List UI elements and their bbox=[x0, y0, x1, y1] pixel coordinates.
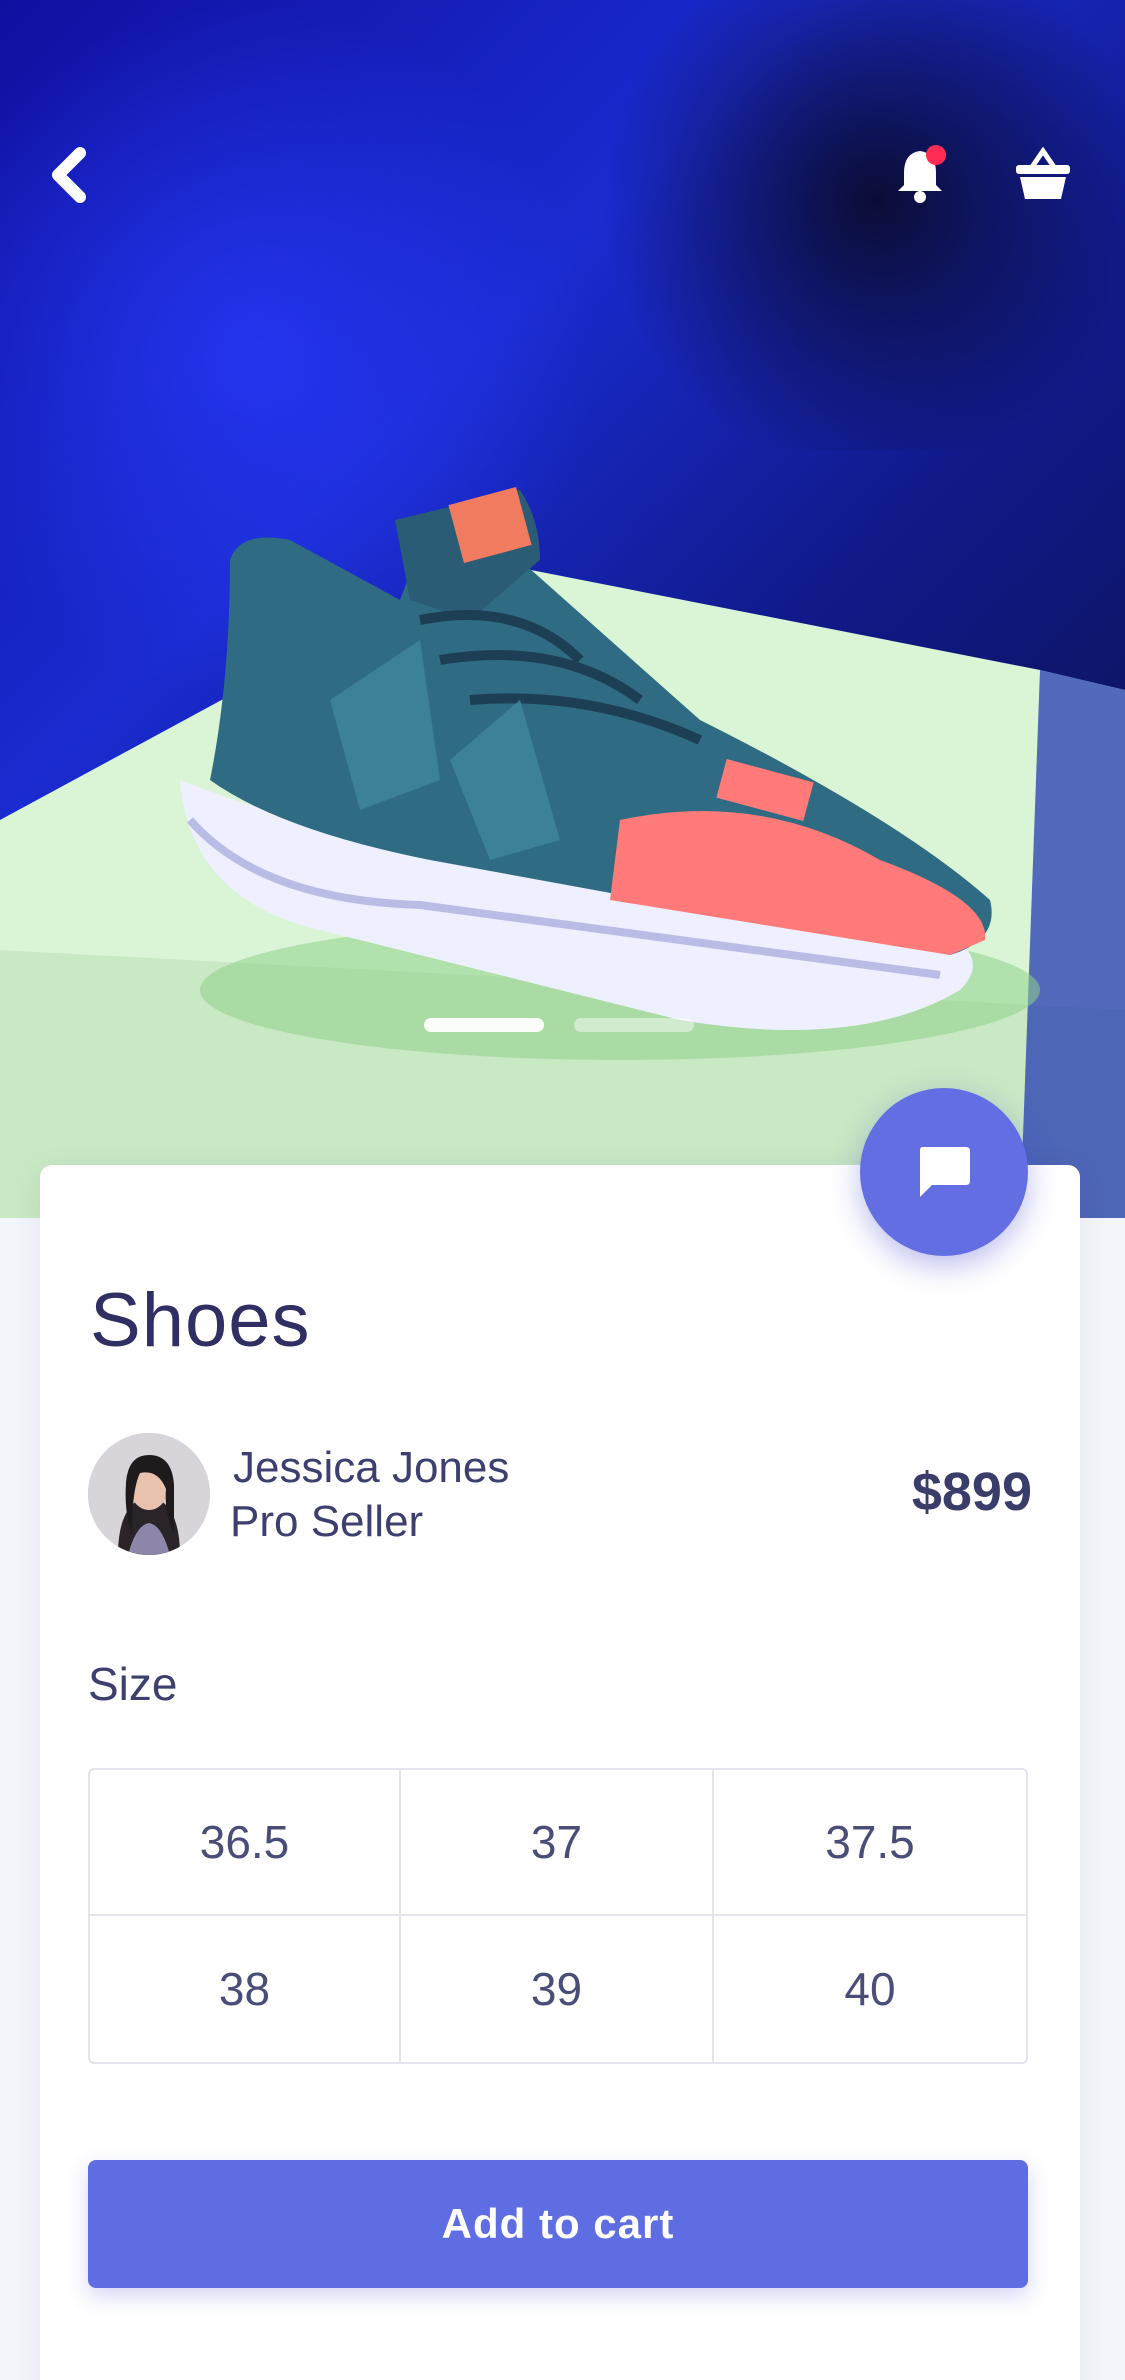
back-button[interactable] bbox=[28, 135, 108, 215]
seller-name: Jessica Jones bbox=[233, 1443, 510, 1492]
size-option-37[interactable]: 37 bbox=[401, 1770, 714, 1916]
product-details-card: Shoes Jessica Jones Pro Seller $899 Size… bbox=[40, 1165, 1080, 2380]
notifications-button[interactable] bbox=[880, 135, 960, 215]
size-selector: 36.5 37 37.5 38 39 40 bbox=[88, 1768, 1028, 2064]
size-option-36-5[interactable]: 36.5 bbox=[90, 1770, 401, 1916]
top-bar bbox=[0, 130, 1125, 220]
cart-button[interactable] bbox=[1003, 135, 1083, 215]
product-title: Shoes bbox=[90, 1278, 311, 1363]
size-option-39[interactable]: 39 bbox=[401, 1916, 714, 2062]
size-option-37-5[interactable]: 37.5 bbox=[714, 1770, 1026, 1916]
size-label: Size bbox=[88, 1658, 178, 1710]
carousel-indicator bbox=[424, 1018, 694, 1032]
size-option-40[interactable]: 40 bbox=[714, 1916, 1026, 2062]
seller-role: Pro Seller bbox=[230, 1497, 424, 1546]
carousel-dot[interactable] bbox=[574, 1018, 694, 1032]
product-image-carousel[interactable] bbox=[0, 0, 1125, 1218]
product-price: $899 bbox=[911, 1462, 1032, 1522]
basket-icon bbox=[1016, 147, 1070, 199]
notification-badge bbox=[926, 145, 946, 165]
chat-button[interactable] bbox=[860, 1088, 1028, 1256]
chat-bubble-icon bbox=[920, 1147, 970, 1197]
chevron-left-icon bbox=[52, 147, 86, 203]
add-to-cart-button[interactable]: Add to cart bbox=[88, 2160, 1028, 2288]
avatar bbox=[88, 1433, 210, 1555]
carousel-dot-active[interactable] bbox=[424, 1018, 544, 1032]
seller-info[interactable]: Jessica Jones Pro Seller bbox=[88, 1433, 1038, 1563]
size-option-38[interactable]: 38 bbox=[90, 1916, 401, 2062]
